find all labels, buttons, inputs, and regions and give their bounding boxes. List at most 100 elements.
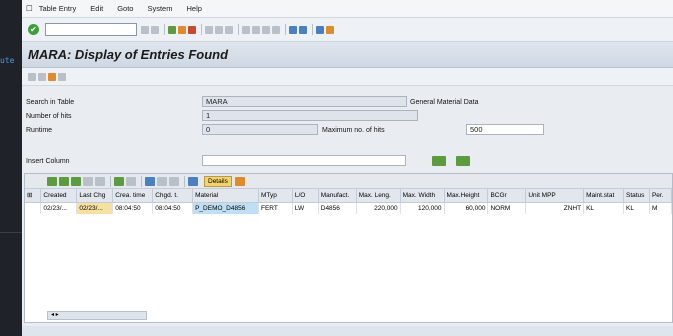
column-header[interactable]: Maint.stat [583, 189, 624, 203]
column-header[interactable]: Max. Leng. [356, 189, 401, 203]
column-header[interactable]: Material [192, 189, 259, 203]
page-title: MARA: Display of Entries Found [28, 47, 229, 62]
subtotal-icon[interactable] [126, 176, 136, 186]
column-header[interactable]: L/O [292, 189, 319, 203]
select-all-icon[interactable] [48, 72, 56, 81]
max-hits-field[interactable]: 500 [466, 124, 544, 135]
column-header[interactable]: Crea. time [112, 189, 154, 203]
back-icon[interactable] [168, 25, 176, 34]
insert-column-label: Insert Column [26, 158, 70, 165]
table-cell: 02/23/... [76, 202, 114, 214]
menu-edit[interactable]: Edit [90, 4, 103, 13]
column-header[interactable]: Created [40, 189, 78, 203]
total-icon[interactable] [114, 176, 124, 186]
shortcut-icon[interactable] [299, 25, 307, 34]
search-table-description: General Material Data [410, 99, 479, 106]
column-header[interactable]: Chgd. t. [152, 189, 194, 203]
command-field[interactable] [45, 23, 137, 36]
details-button[interactable]: Details [204, 175, 232, 187]
layout-icon[interactable] [169, 176, 179, 186]
toolbar-separator [164, 24, 165, 35]
export-icon[interactable] [157, 176, 167, 186]
first-page-icon[interactable] [242, 25, 250, 34]
results-table: ⊞ Created Last Chg Crea. time Chgd. t. M… [25, 189, 673, 214]
table-cell: M [649, 202, 673, 214]
check-table-icon[interactable] [38, 72, 46, 81]
table-row[interactable]: 02/23/... 02/23/... 08:04:50 08:04:50 P_… [25, 202, 673, 214]
table-cell: FERT [258, 202, 293, 214]
application-toolbar [22, 68, 673, 86]
find-icon[interactable] [215, 25, 223, 34]
enter-icon[interactable]: ✔ [28, 24, 39, 35]
menu-help[interactable]: Help [186, 4, 201, 13]
table-cell: NORM [487, 202, 527, 214]
sort-descending-icon[interactable] [71, 176, 81, 186]
column-header[interactable]: Last Chg [76, 189, 114, 203]
select-all-cell[interactable]: ⊞ [25, 189, 42, 203]
insert-column-button[interactable] [432, 156, 446, 166]
table-cell: LW [292, 202, 319, 214]
remove-column-button[interactable] [456, 156, 470, 166]
toolbar-separator [285, 24, 286, 35]
menu-goto[interactable]: Goto [117, 4, 133, 13]
find-icon[interactable] [83, 176, 93, 186]
material-cell[interactable]: P_DEMO_D4856 [192, 202, 259, 214]
help-icon[interactable] [316, 25, 324, 34]
insert-column-field[interactable] [202, 155, 406, 166]
choose-detail-icon[interactable] [47, 176, 57, 186]
menu-icon[interactable]: ☐ [26, 4, 33, 13]
graphic-icon[interactable] [234, 176, 245, 186]
search-table-field: MARA [202, 96, 407, 107]
history-icon[interactable] [141, 25, 149, 34]
save-icon[interactable] [151, 25, 159, 34]
column-header[interactable]: BCGr [487, 189, 527, 203]
table-cell: 08:04:50 [112, 202, 154, 214]
grid-toolbar: Details [25, 174, 672, 189]
cancel-icon[interactable] [188, 25, 196, 34]
horizontal-scrollbar[interactable]: ◂ ▸ [47, 311, 147, 320]
deselect-icon[interactable] [58, 72, 66, 81]
menu-bar: ☐ Table Entry Edit Goto System Help [22, 0, 673, 18]
previous-page-icon[interactable] [252, 25, 260, 34]
sap-window: ☐ Table Entry Edit Goto System Help ✔ MA… [22, 0, 673, 336]
recheck-icon[interactable] [28, 72, 36, 81]
hits-field: 1 [202, 110, 418, 121]
find-next-icon[interactable] [225, 25, 233, 34]
column-header[interactable]: Per. [649, 189, 673, 203]
last-page-icon[interactable] [272, 25, 280, 34]
toolbar-separator [312, 24, 313, 35]
table-cell: D4856 [318, 202, 357, 214]
menu-system[interactable]: System [147, 4, 172, 13]
table-cell: KL [583, 202, 624, 214]
next-page-icon[interactable] [262, 25, 270, 34]
layout-icon[interactable] [326, 25, 334, 34]
results-grid: Details ⊞ Created Last Chg Crea. time Ch… [24, 173, 673, 323]
column-header[interactable]: Status [623, 189, 650, 203]
grid-separator [184, 175, 185, 187]
filter-icon[interactable] [95, 176, 105, 186]
column-header[interactable]: Unit MPP [525, 189, 585, 203]
sort-ascending-icon[interactable] [59, 176, 69, 186]
print-preview-icon[interactable] [145, 176, 155, 186]
menu-table-entry[interactable]: Table Entry [39, 4, 77, 13]
print-icon[interactable] [205, 25, 213, 34]
grid-separator [141, 175, 142, 187]
screen-title-bar: MARA: Display of Entries Found [22, 42, 673, 68]
header-row: ⊞ Created Last Chg Crea. time Chgd. t. M… [25, 189, 673, 203]
table-cell: 60,000 [444, 202, 489, 214]
table-cell: ZNHT [525, 202, 585, 214]
info-icon[interactable] [188, 176, 198, 186]
table-cell: 02/23/... [40, 202, 78, 214]
column-header[interactable]: Max. Width [400, 189, 445, 203]
divider [0, 232, 22, 233]
column-header[interactable]: MTyp [258, 189, 293, 203]
grid-separator [110, 175, 111, 187]
standard-toolbar: ✔ [22, 18, 673, 42]
column-header[interactable]: Max.Height [444, 189, 489, 203]
row-selector[interactable] [25, 202, 42, 214]
hits-label: Number of hits [26, 113, 72, 120]
column-header[interactable]: Manufact. [318, 189, 357, 203]
exit-icon[interactable] [178, 25, 186, 34]
editor-background: ute [0, 0, 22, 336]
new-session-icon[interactable] [289, 25, 297, 34]
